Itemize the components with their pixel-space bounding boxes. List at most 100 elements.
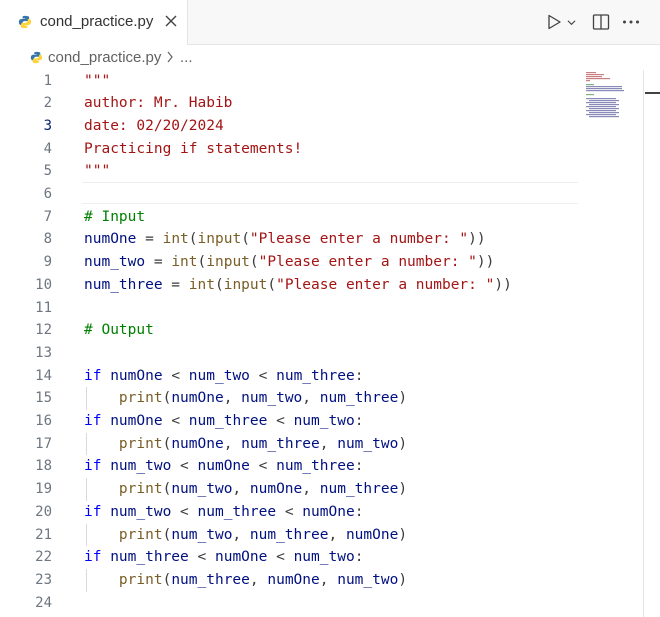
line-code: print(numOne, num_three, num_two): [84, 433, 407, 456]
code-line[interactable]: 18 if num_two < numOne < num_three:: [0, 455, 644, 478]
code-token: num_two: [293, 413, 355, 429]
code-line[interactable]: 9 num_two = int(input("Please enter a num…: [0, 251, 644, 274]
code-token: num_three: [249, 526, 329, 543]
code-token: ,: [328, 526, 346, 543]
breadcrumb-symbols[interactable]: ...: [180, 49, 193, 66]
line-code: print(num_two, num_three, numOne): [84, 524, 407, 547]
code-line[interactable]: 8 numOne = int(input("Please enter a numb…: [0, 228, 644, 251]
code-line[interactable]: 16 if numOne < num_three < num_two:: [0, 410, 644, 433]
code-line[interactable]: 5 """: [0, 160, 644, 183]
code-token: num_three: [110, 549, 189, 566]
code-token: num_two: [337, 571, 399, 588]
tab-filename: cond_practice.py: [40, 13, 154, 30]
code-line[interactable]: 11: [0, 297, 644, 320]
code-token: num_two: [84, 254, 146, 271]
code-line[interactable]: 12 # Output: [0, 319, 644, 342]
editor-tab[interactable]: cond_practice.py: [0, 0, 188, 45]
code-token: numOne: [171, 435, 224, 452]
code-token: ): [398, 571, 408, 588]
code-line[interactable]: 17 print(numOne, num_three, num_two): [0, 432, 644, 456]
code-token: print: [118, 390, 163, 407]
line-code: # Output: [84, 319, 154, 342]
code-line[interactable]: 7 # Input: [0, 206, 644, 229]
line-number: 19: [35, 481, 52, 498]
code-token: num_two: [110, 503, 172, 520]
code-line[interactable]: 13: [0, 342, 644, 365]
code-line[interactable]: 2 author: Mr. Habib: [0, 92, 644, 115]
code-token: # Output: [84, 322, 154, 339]
code-token: <: [267, 549, 294, 566]
code-token: "Please enter a number: ": [276, 276, 495, 293]
code-token: print: [118, 481, 163, 498]
code-token: int: [188, 276, 215, 293]
code-token: (: [162, 435, 172, 452]
code-token: <: [162, 367, 189, 384]
code-token: )): [476, 254, 495, 271]
code-token: num_three: [84, 276, 163, 293]
code-token: num_three: [319, 390, 399, 407]
code-token: numOne: [267, 571, 320, 588]
line-number: 5: [43, 163, 52, 180]
code-token: ,: [302, 481, 320, 498]
split-editor-icon[interactable]: [592, 13, 610, 31]
chevron-down-icon[interactable]: [567, 18, 576, 27]
code-token: num_three: [276, 458, 355, 475]
code-token: ): [398, 481, 408, 498]
code-token: date: 02/20/2024: [84, 117, 224, 134]
code-line[interactable]: 4 Practicing if statements!: [0, 138, 644, 161]
code-line[interactable]: 20 if num_two < num_three < numOne:: [0, 501, 644, 524]
code-token: author: Mr. Habib: [84, 95, 233, 112]
vertical-scrollbar[interactable]: [643, 70, 644, 617]
code-line[interactable]: 10 num_three = int(input("Please enter a …: [0, 274, 644, 297]
code-token: (: [241, 231, 250, 248]
more-actions-icon[interactable]: [622, 19, 640, 25]
line-number: 21: [35, 526, 52, 543]
breadcrumb-file[interactable]: cond_practice.py: [48, 49, 161, 66]
line-code: if numOne < num_two < num_three:: [84, 365, 363, 388]
code-token: (: [197, 254, 207, 271]
code-token: num_two: [293, 549, 355, 566]
code-token: =: [145, 254, 172, 271]
line-number: 3: [43, 117, 52, 134]
line-number: 14: [35, 367, 52, 384]
code-token: num_two: [337, 435, 399, 452]
code-line[interactable]: 1 """: [0, 70, 644, 93]
code-line[interactable]: 22 if num_three < numOne < num_two:: [0, 546, 644, 569]
code-token: print: [118, 435, 163, 452]
line-code: # Input: [84, 206, 145, 229]
indent-guide: [86, 568, 87, 592]
code-line[interactable]: 19 print(num_two, numOne, num_three): [0, 478, 644, 501]
code-line[interactable]: 6: [0, 183, 644, 206]
code-line[interactable]: 24: [0, 592, 644, 615]
minimap[interactable]: [586, 72, 630, 122]
line-code: if numOne < num_three < num_two:: [84, 410, 363, 433]
code-token: numOne: [345, 526, 399, 543]
line-number: 22: [35, 549, 52, 566]
line-number: 24: [35, 594, 52, 611]
code-token: )): [494, 276, 512, 293]
code-line[interactable]: 23 print(num_three, numOne, num_two): [0, 568, 644, 592]
line-number: 4: [43, 140, 52, 157]
code-line[interactable]: 21 print(num_two, num_three, numOne): [0, 523, 644, 547]
code-token: (: [162, 390, 172, 407]
code-token: <: [249, 367, 277, 384]
line-number: 23: [35, 571, 52, 588]
indent-guide: [86, 478, 87, 501]
code-line[interactable]: 14 if numOne < num_two < num_three:: [0, 365, 644, 388]
close-icon[interactable]: [164, 14, 178, 28]
code-token: ,: [302, 390, 320, 407]
line-number: 10: [35, 276, 52, 293]
code-token: (: [267, 276, 277, 293]
code-token: (: [214, 276, 224, 293]
code-editor[interactable]: 1 """ 2 author: Mr. Habib 3 date: 02/20/2024 4…: [0, 68, 644, 617]
code-token: numOne: [84, 231, 137, 248]
run-icon[interactable]: [546, 14, 562, 30]
code-token: input: [197, 231, 242, 248]
code-line[interactable]: 15 print(numOne, num_two, num_three): [0, 387, 644, 410]
code-token: :: [354, 549, 364, 566]
code-line[interactable]: 3 date: 02/20/2024: [0, 115, 644, 138]
